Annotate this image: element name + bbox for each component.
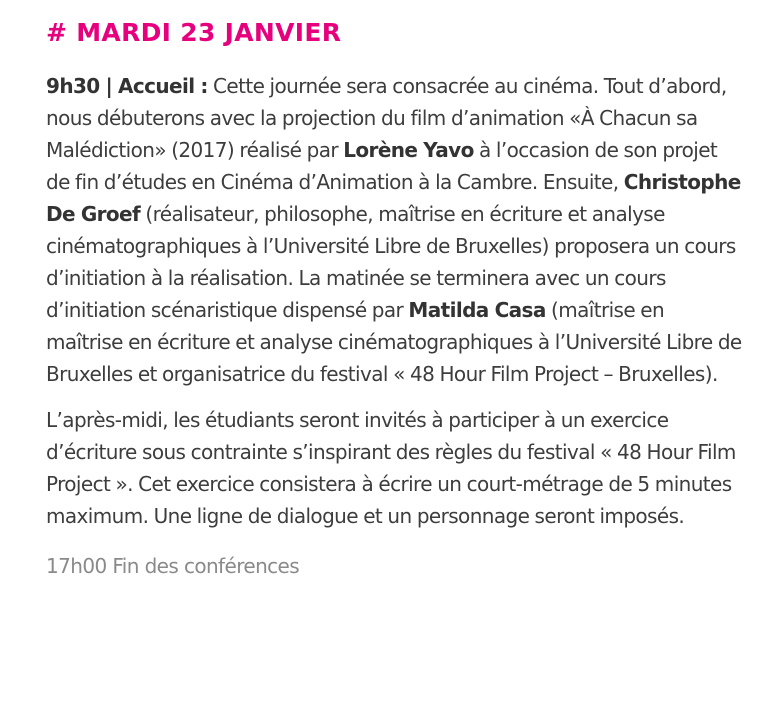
document-page: # MARDI 23 JANVIER 9h30 | Accueil : Cett… [46, 14, 746, 582]
time-label: 9h30 | Accueil : [46, 74, 208, 98]
closing-time-line: 17h00 Fin des conférences [46, 554, 300, 578]
speaker-name: Matilda Casa [408, 298, 546, 322]
speaker-name: Lorène Yavo [343, 138, 474, 162]
afternoon-paragraph: L’après-midi, les étudiants seront invit… [46, 408, 736, 528]
morning-paragraph: 9h30 | Accueil : Cette journée sera cons… [46, 70, 746, 390]
day-heading: # MARDI 23 JANVIER [46, 18, 342, 47]
